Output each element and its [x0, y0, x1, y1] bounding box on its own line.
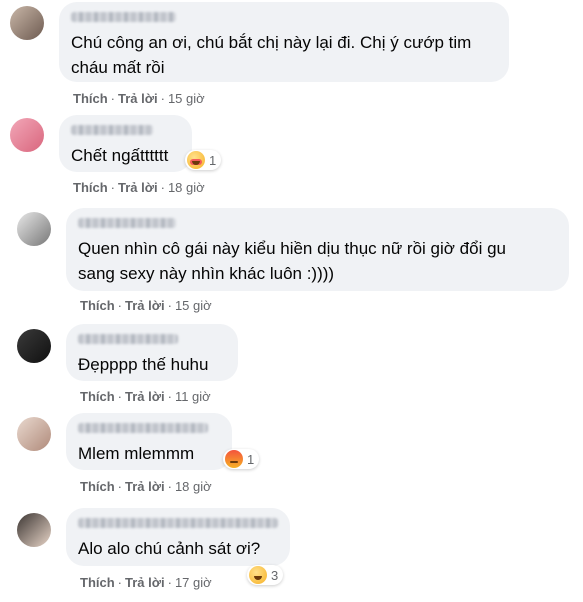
care-reaction-icon	[187, 151, 205, 169]
dot-separator: ·	[167, 298, 172, 313]
like-link[interactable]: Thích	[73, 180, 108, 195]
reply-link[interactable]: Trả lời	[125, 479, 165, 494]
avatar[interactable]	[17, 329, 51, 363]
haha-reaction-icon	[249, 566, 267, 584]
reaction-badge[interactable]: 3	[247, 565, 284, 585]
reaction-badge[interactable]: 1	[223, 449, 260, 469]
comment-actions: Thích · Trả lời · 11 giờ	[80, 389, 211, 404]
like-link[interactable]: Thích	[80, 479, 115, 494]
dot-separator: ·	[117, 575, 123, 590]
reaction-badge[interactable]: 1	[185, 150, 222, 170]
reaction-count: 1	[247, 451, 255, 467]
like-link[interactable]: Thích	[80, 298, 115, 313]
avatar[interactable]	[10, 118, 44, 152]
timestamp[interactable]: 18 giờ	[175, 479, 212, 494]
blurred-author-name[interactable]	[78, 218, 176, 228]
reply-link[interactable]: Trả lời	[118, 180, 158, 195]
reply-link[interactable]: Trả lời	[125, 575, 165, 590]
angry-reaction-icon	[225, 450, 243, 468]
reply-link[interactable]: Trả lời	[118, 91, 158, 106]
comment-actions: Thích · Trả lời · 17 giờ	[80, 575, 212, 590]
timestamp[interactable]: 17 giờ	[175, 575, 212, 590]
dot-separator: ·	[160, 180, 165, 195]
reaction-count: 3	[271, 567, 279, 583]
blurred-author-name[interactable]	[78, 518, 278, 528]
like-link[interactable]: Thích	[80, 389, 115, 404]
dot-separator: ·	[117, 298, 123, 313]
like-link[interactable]: Thích	[80, 575, 115, 590]
comment-text: Alo alo chú cảnh sát ơi?	[78, 539, 261, 558]
blurred-author-name[interactable]	[78, 334, 178, 344]
comment-text: Chú công an ơi, chú bắt chị này lại đi. …	[71, 33, 472, 77]
timestamp[interactable]: 11 giờ	[175, 389, 211, 404]
comment-bubble: Mlem mlemmm	[66, 413, 232, 470]
comment-bubble: Alo alo chú cảnh sát ơi?	[66, 508, 290, 566]
avatar[interactable]	[17, 417, 51, 451]
dot-separator: ·	[117, 479, 123, 494]
comment-actions: Thích · Trả lời · 15 giờ	[73, 91, 205, 106]
blurred-author-name[interactable]	[71, 12, 176, 22]
comment-text: Quen nhìn cô gái này kiểu hiền dịu thục …	[78, 239, 506, 283]
avatar[interactable]	[17, 212, 51, 246]
comment-bubble: Chú công an ơi, chú bắt chị này lại đi. …	[59, 2, 509, 82]
blurred-author-name[interactable]	[71, 125, 153, 135]
timestamp[interactable]: 18 giờ	[168, 180, 205, 195]
blurred-author-name[interactable]	[78, 423, 208, 433]
dot-separator: ·	[110, 180, 116, 195]
dot-separator: ·	[167, 575, 172, 590]
comment-bubble: Chết ngấtttttt	[59, 115, 192, 172]
reply-link[interactable]: Trả lời	[125, 298, 165, 313]
timestamp[interactable]: 15 giờ	[168, 91, 205, 106]
comment-text: Mlem mlemmm	[78, 444, 195, 463]
avatar[interactable]	[10, 6, 44, 40]
dot-separator: ·	[117, 389, 123, 404]
timestamp[interactable]: 15 giờ	[175, 298, 212, 313]
reaction-count: 1	[209, 152, 217, 168]
comment-actions: Thích · Trả lời · 18 giờ	[73, 180, 205, 195]
comment-text: Đẹpppp thế huhu	[78, 355, 209, 374]
comment-actions: Thích · Trả lời · 18 giờ	[80, 479, 212, 494]
dot-separator: ·	[167, 479, 172, 494]
reply-link[interactable]: Trả lời	[125, 389, 165, 404]
dot-separator: ·	[110, 91, 116, 106]
comment-bubble: Đẹpppp thế huhu	[66, 324, 238, 381]
comment-bubble: Quen nhìn cô gái này kiểu hiền dịu thục …	[66, 208, 569, 291]
dot-separator: ·	[160, 91, 165, 106]
avatar[interactable]	[17, 513, 51, 547]
comment-actions: Thích · Trả lời · 15 giờ	[80, 298, 212, 313]
dot-separator: ·	[167, 389, 172, 404]
like-link[interactable]: Thích	[73, 91, 108, 106]
comment-text: Chết ngấtttttt	[71, 146, 169, 165]
